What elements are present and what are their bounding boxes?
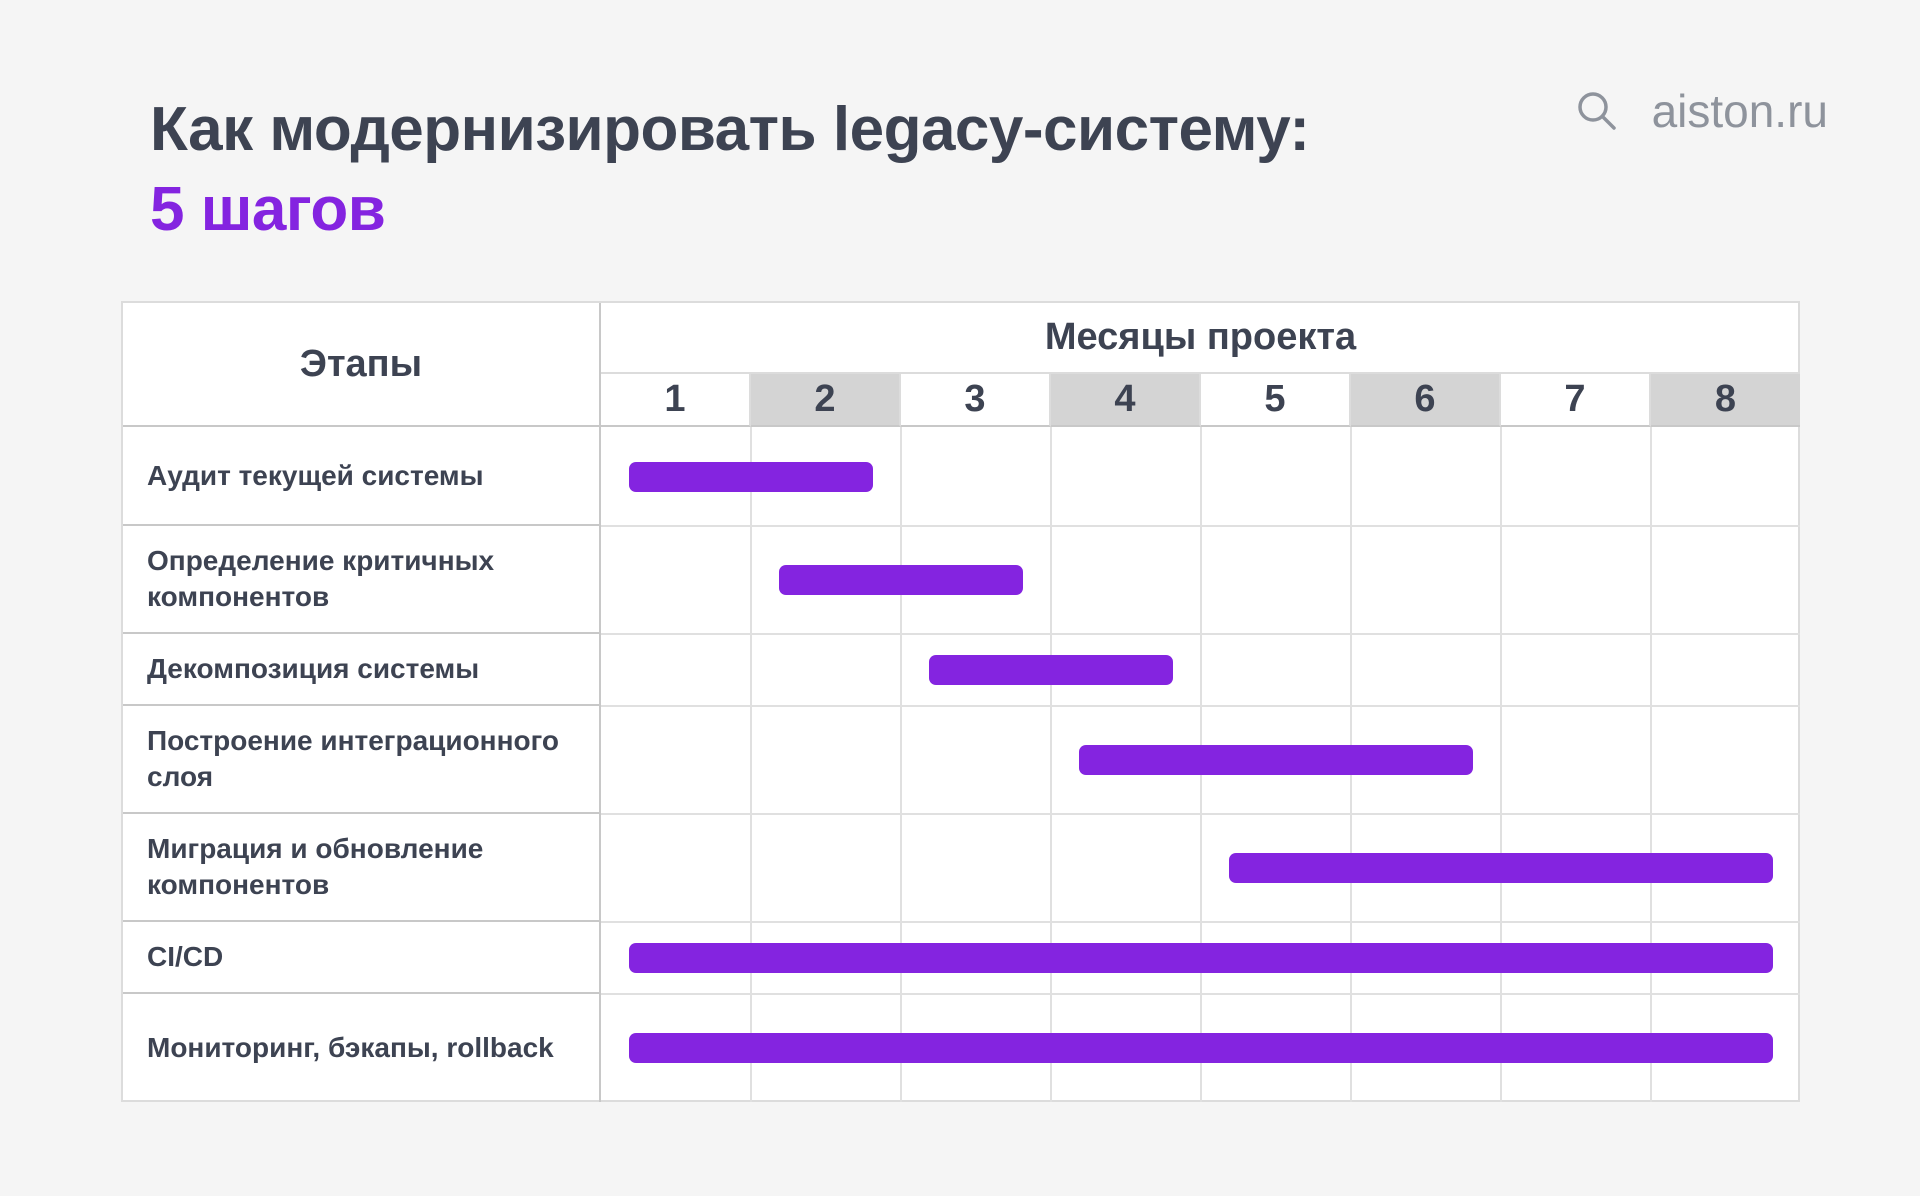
grid-column-line [1050,427,1052,1102]
month-header-1: 1 [601,374,751,427]
gantt-bar [1229,853,1773,883]
gantt-bar [1079,745,1473,775]
page-subtitle: 5 шагов [150,175,386,244]
grid-row-line [601,525,1800,527]
month-header-3: 3 [901,374,1051,427]
grid-row-line [601,705,1800,707]
grid-row-line [601,813,1800,815]
grid-column-line [750,427,752,1102]
gantt-bar [629,461,873,492]
stage-label: Миграция и обновление компонентов [123,814,601,922]
stage-label: CI/CD [123,922,601,994]
page-title: Как модернизировать legacy-систему: [150,95,1310,164]
search-icon[interactable] [1576,90,1618,132]
gantt-bar [929,655,1173,685]
grid-row-line [601,633,1800,635]
months-group-header: Месяцы проекта [601,303,1800,374]
stage-label: Аудит текущей системы [123,427,601,526]
gantt-bar [779,565,1023,595]
gantt-chart: Этапы Месяцы проекта 1 2 3 4 5 6 7 8 Аудит текущ… [121,301,1800,1102]
stages-column-header: Этапы [123,303,601,427]
month-header-7: 7 [1501,374,1651,427]
stage-label: Определение критичных компонентов [123,526,601,634]
stage-label: Декомпозиция системы [123,634,601,706]
stage-label: Построение интеграционного слоя [123,706,601,814]
stage-label: Мониторинг, бэкапы, rollback [123,994,601,1102]
brand: aiston.ru [1576,84,1828,138]
month-header-5: 5 [1201,374,1351,427]
gantt-bar [629,943,1773,973]
grid-column-line [900,427,902,1102]
title-block: Как модернизировать legacy-систему: 5 ша… [150,90,1310,250]
month-header-2: 2 [751,374,901,427]
grid-row-line [601,993,1800,995]
grid-column-line [1500,427,1502,1102]
grid-row-line [601,921,1800,923]
grid-column-line [1650,427,1652,1102]
month-header-6: 6 [1351,374,1501,427]
month-header-4: 4 [1051,374,1201,427]
brand-name[interactable]: aiston.ru [1652,84,1828,138]
gantt-bar [629,1033,1773,1063]
month-header-8: 8 [1651,374,1800,427]
